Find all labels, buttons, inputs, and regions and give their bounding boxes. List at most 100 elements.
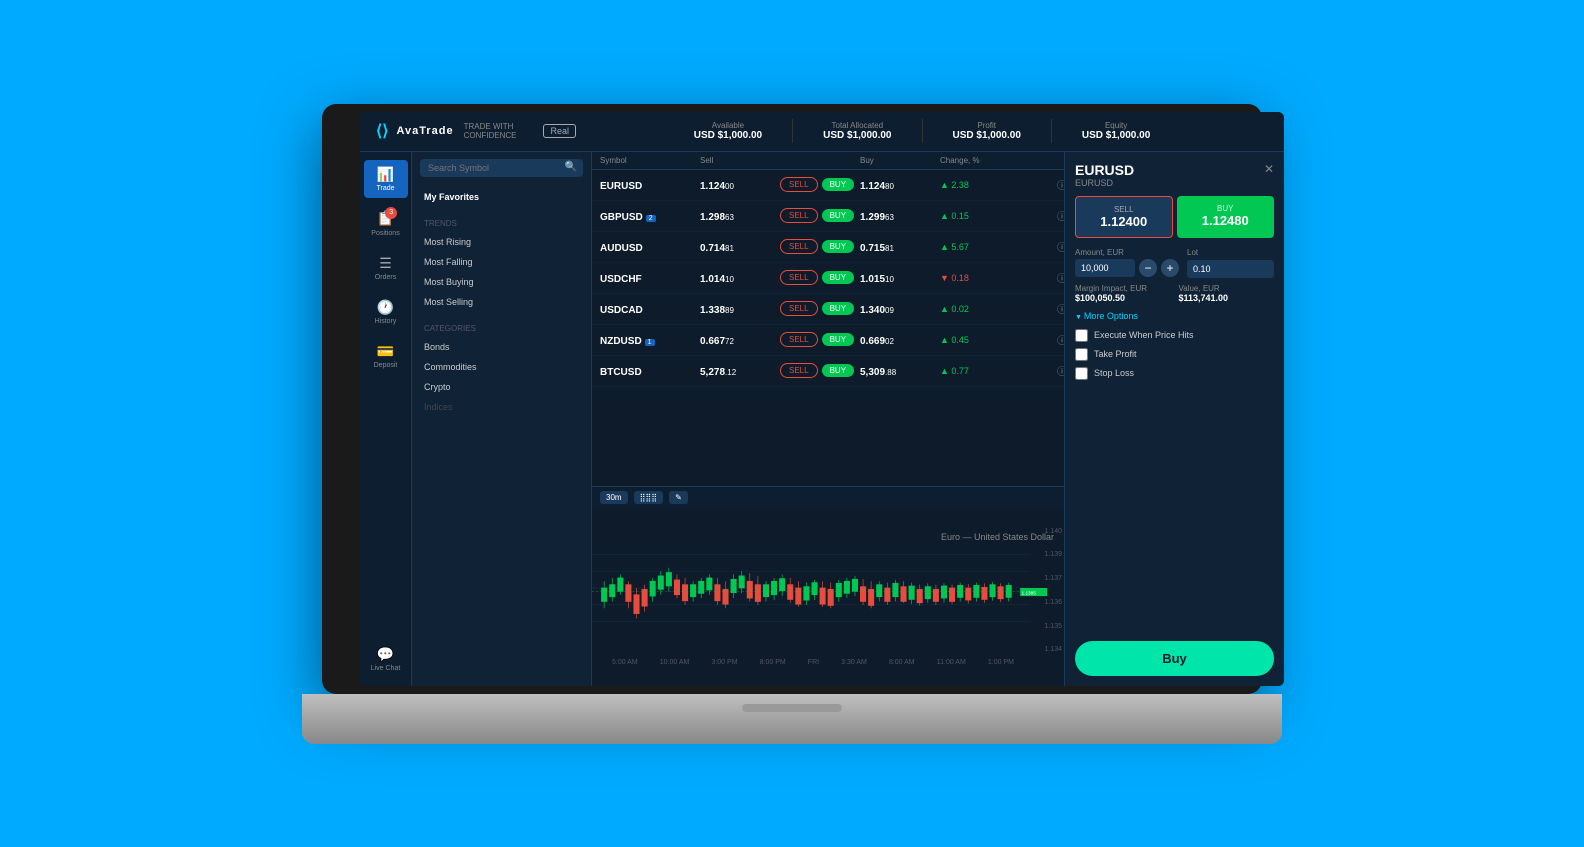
- change-cell: ▲ 2.38: [940, 180, 1020, 190]
- action-btns: SELL BUY: [780, 301, 860, 316]
- stop-loss-row: Stop Loss: [1075, 367, 1274, 380]
- amount-decrement[interactable]: −: [1139, 259, 1157, 277]
- symbol-cell: AUDUSD: [600, 238, 700, 256]
- sell-price-button[interactable]: SELL 1.12400: [1075, 196, 1173, 238]
- buy-price-button[interactable]: BUY 1.12480: [1177, 196, 1275, 238]
- buy-button[interactable]: BUY: [822, 209, 854, 222]
- amount-increment[interactable]: +: [1161, 259, 1179, 277]
- th-buy: Buy: [860, 156, 940, 165]
- trade-icon: 📊: [377, 166, 394, 183]
- buy-label: BUY: [1185, 204, 1267, 213]
- sidebar: 📊 Trade 📋 3 Positions ☰ Orders: [360, 152, 412, 686]
- sidebar-item-trade[interactable]: 📊 Trade: [364, 160, 408, 198]
- search-input[interactable]: [420, 159, 583, 177]
- instrument-header: EURUSD EURUSD ✕: [1075, 162, 1274, 188]
- search-icon: 🔍: [565, 162, 577, 173]
- action-btns: SELL BUY: [780, 208, 860, 223]
- info-icon[interactable]: ⓘ: [1057, 177, 1064, 192]
- positions-badge: 3: [385, 207, 397, 219]
- table-row[interactable]: EURUSD 1.12400 SELL BUY 1.12480 ▲ 2.38 ⓘ…: [592, 170, 1064, 201]
- buy-button[interactable]: BUY: [822, 333, 854, 346]
- buy-price-cell: 5,309.88: [860, 362, 940, 380]
- sell-button[interactable]: SELL: [780, 208, 818, 223]
- buy-price-cell: 1.01510: [860, 269, 940, 287]
- profit-stat: Profit USD $1,000.00: [953, 121, 1021, 141]
- stop-loss-checkbox[interactable]: [1075, 367, 1088, 380]
- sell-price-cell: 1.12400: [700, 176, 780, 194]
- th-change: Change, %: [940, 156, 1020, 165]
- sidebar-item-livechat[interactable]: 💬 Live Chat: [364, 640, 408, 678]
- symbol-cell: NZDUSD1: [600, 331, 700, 349]
- sidebar-item-positions[interactable]: 📋 3 Positions: [364, 204, 408, 243]
- buy-price-cell: 0.71581: [860, 238, 940, 256]
- sidebar-item-history[interactable]: 🕐 History: [364, 293, 408, 331]
- table-header: Symbol Sell Buy Change, %: [592, 152, 1064, 170]
- nav-crypto[interactable]: Crypto: [412, 377, 591, 397]
- buy-price-cell: 0.66902: [860, 331, 940, 349]
- sell-price-cell: 0.66772: [700, 331, 780, 349]
- sell-button[interactable]: SELL: [780, 177, 818, 192]
- main-buy-button[interactable]: Buy: [1075, 641, 1274, 676]
- table-row[interactable]: USDCHF 1.01410 SELL BUY 1.01510 ▼ 0.18 ⓘ…: [592, 263, 1064, 294]
- close-panel-button[interactable]: ✕: [1264, 162, 1274, 176]
- lot-input[interactable]: [1187, 260, 1274, 278]
- more-options-button[interactable]: More Options: [1075, 311, 1274, 321]
- nav-bonds[interactable]: Bonds: [412, 337, 591, 357]
- deposit-icon: 💳: [377, 343, 394, 360]
- action-btns: SELL BUY: [780, 270, 860, 285]
- table-row[interactable]: AUDUSD 0.71481 SELL BUY 0.71581 ▲ 5.67 ⓘ…: [592, 232, 1064, 263]
- order-panel: EURUSD EURUSD ✕ SELL 1.12400 BUY 1.12480: [1064, 152, 1284, 686]
- nav-favorites[interactable]: My Favorites: [412, 187, 591, 207]
- buy-button[interactable]: BUY: [822, 364, 854, 377]
- symbol-cell: BTCUSD: [600, 362, 700, 380]
- nav-categories-section: Categories Bonds Commodities Crypto Indi…: [412, 316, 591, 421]
- history-icon: 🕐: [377, 299, 394, 316]
- row-actions: ⓘ ★: [1020, 270, 1064, 285]
- nav-most-falling[interactable]: Most Falling: [412, 252, 591, 272]
- timeframe-button[interactable]: 30m: [600, 491, 628, 504]
- sell-button[interactable]: SELL: [780, 270, 818, 285]
- livechat-icon: 💬: [377, 646, 394, 663]
- action-btns: SELL BUY: [780, 239, 860, 254]
- th-sell: Sell: [700, 156, 780, 165]
- chart-draw-button[interactable]: ✎: [669, 491, 688, 504]
- execute-checkbox[interactable]: [1075, 329, 1088, 342]
- table-row[interactable]: BTCUSD 5,278.12 SELL BUY 5,309.88 ▲ 0.77…: [592, 356, 1064, 387]
- take-profit-checkbox[interactable]: [1075, 348, 1088, 361]
- instrument-info: EURUSD EURUSD: [1075, 162, 1134, 188]
- trends-header: Trends: [412, 215, 591, 232]
- info-icon[interactable]: ⓘ: [1057, 270, 1064, 285]
- nav-commodities[interactable]: Commodities: [412, 357, 591, 377]
- table-row[interactable]: USDCAD 1.33889 SELL BUY 1.34009 ▲ 0.02 ⓘ…: [592, 294, 1064, 325]
- table-row[interactable]: GBPUSD2 1.29863 SELL BUY 1.29963 ▲ 0.15 …: [592, 201, 1064, 232]
- buy-button[interactable]: BUY: [822, 178, 854, 191]
- th-row-actions: [1020, 156, 1064, 165]
- buy-button[interactable]: BUY: [822, 240, 854, 253]
- sell-price-value: 1.12400: [1084, 214, 1164, 229]
- nav-most-rising[interactable]: Most Rising: [412, 232, 591, 252]
- chart-type-button[interactable]: ⣿⣿⣿: [634, 491, 664, 504]
- sell-button[interactable]: SELL: [780, 239, 818, 254]
- info-icon[interactable]: ⓘ: [1057, 239, 1064, 254]
- info-icon[interactable]: ⓘ: [1057, 363, 1064, 378]
- info-icon[interactable]: ⓘ: [1057, 332, 1064, 347]
- sell-price-cell: 0.71481: [700, 238, 780, 256]
- lot-field: Lot: [1187, 248, 1274, 278]
- buy-price-value: 1.12480: [1185, 213, 1267, 228]
- table-row[interactable]: NZDUSD1 0.66772 SELL BUY 0.66902 ▲ 0.45 …: [592, 325, 1064, 356]
- sell-button[interactable]: SELL: [780, 301, 818, 316]
- sidebar-item-deposit[interactable]: 💳 Deposit: [364, 337, 408, 375]
- info-icon[interactable]: ⓘ: [1057, 208, 1064, 223]
- change-cell: ▲ 0.77: [940, 366, 1020, 376]
- amount-input[interactable]: [1075, 259, 1135, 277]
- nav-most-selling[interactable]: Most Selling: [412, 292, 591, 312]
- sidebar-item-orders[interactable]: ☰ Orders: [364, 249, 408, 287]
- sell-button[interactable]: SELL: [780, 363, 818, 378]
- nav-indices[interactable]: Indices: [412, 397, 591, 417]
- sell-button[interactable]: SELL: [780, 332, 818, 347]
- positions-icon-wrap: 📋 3: [377, 210, 394, 228]
- nav-most-buying[interactable]: Most Buying: [412, 272, 591, 292]
- buy-button[interactable]: BUY: [822, 302, 854, 315]
- info-icon[interactable]: ⓘ: [1057, 301, 1064, 316]
- buy-button[interactable]: BUY: [822, 271, 854, 284]
